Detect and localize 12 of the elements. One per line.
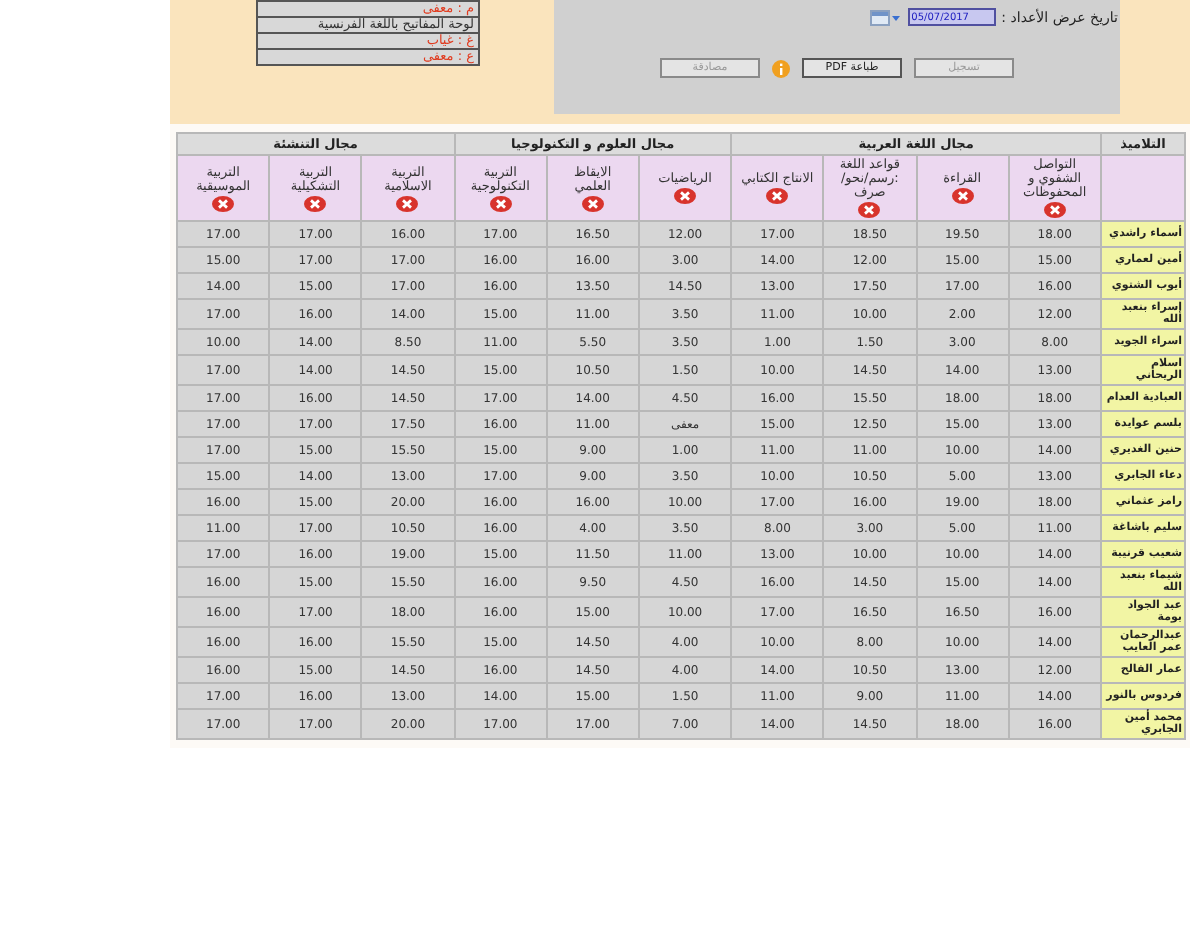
calendar-icon[interactable] bbox=[869, 9, 902, 25]
info-icon bbox=[772, 59, 790, 77]
remove-icon[interactable] bbox=[951, 188, 974, 204]
remove-icon[interactable] bbox=[674, 188, 697, 204]
remove-icon[interactable] bbox=[581, 195, 604, 211]
remove-icon[interactable] bbox=[766, 188, 789, 204]
remove-icon[interactable] bbox=[489, 195, 512, 211]
remove-icon[interactable] bbox=[1043, 202, 1066, 218]
remove-icon[interactable] bbox=[858, 202, 881, 218]
remove-icon[interactable] bbox=[304, 195, 327, 211]
remove-icon[interactable] bbox=[212, 195, 235, 211]
remove-icon[interactable] bbox=[396, 195, 419, 211]
